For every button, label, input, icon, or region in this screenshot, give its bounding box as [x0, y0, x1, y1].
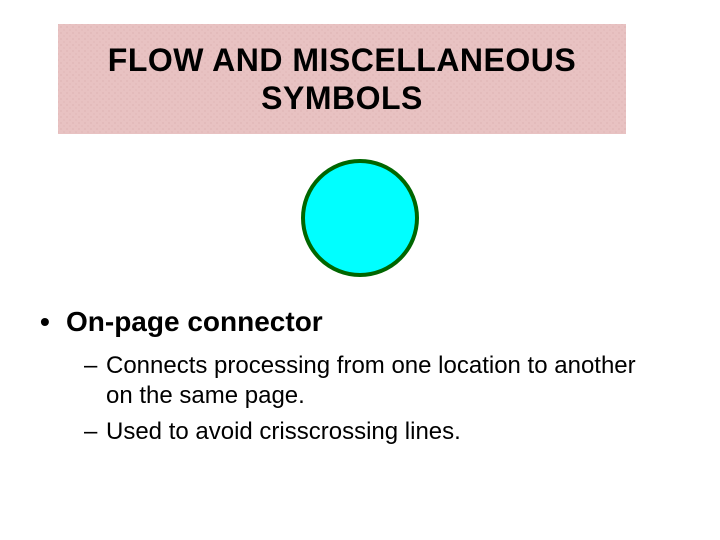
bullet-level-1: •On-page connector — [40, 305, 660, 339]
sub-bullet-list: –Connects processing from one location t… — [84, 351, 660, 447]
bullet-l1-marker: • — [40, 305, 66, 339]
bullet-l2-text: Used to avoid crisscrossing lines. — [106, 418, 461, 445]
bullet-l2-text: Connects processing from one location to… — [106, 352, 636, 409]
slide: FLOW AND MISCELLANEOUS SYMBOLS •On-page … — [0, 0, 720, 540]
bullet-l2-marker: – — [84, 351, 106, 381]
bullet-l1-text: On-page connector — [66, 306, 323, 337]
content-area: •On-page connector –Connects processing … — [40, 305, 660, 453]
bullet-level-2: –Used to avoid crisscrossing lines. — [84, 417, 660, 447]
symbol-area — [0, 148, 720, 288]
title-box: FLOW AND MISCELLANEOUS SYMBOLS — [58, 24, 626, 134]
bullet-l2-marker: – — [84, 417, 106, 447]
on-page-connector-icon — [301, 159, 419, 277]
slide-title: FLOW AND MISCELLANEOUS SYMBOLS — [108, 41, 576, 118]
bullet-level-2: –Connects processing from one location t… — [84, 351, 660, 411]
